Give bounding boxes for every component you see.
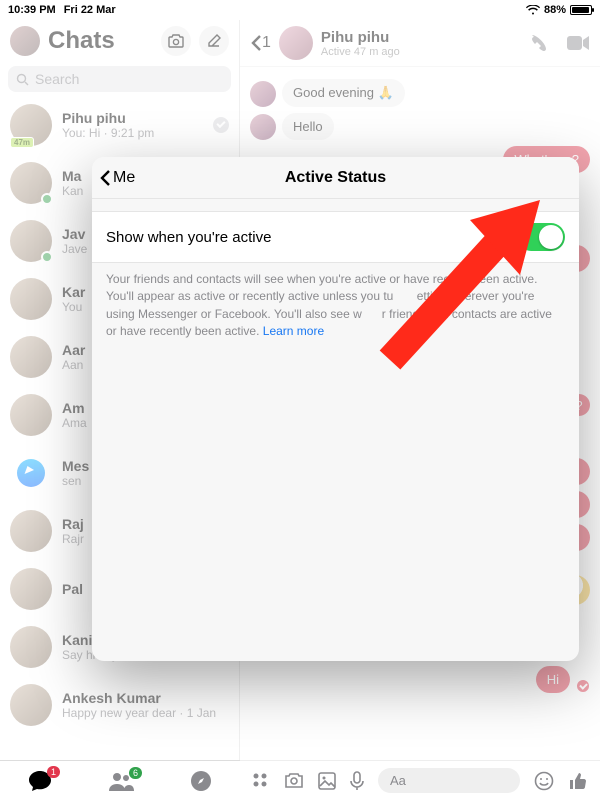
chats-header: Chats xyxy=(0,20,239,62)
nav-chats-icon[interactable]: 1 xyxy=(28,770,52,792)
active-status-modal: Me Active Status Show when you're active… xyxy=(92,157,579,661)
battery-icon xyxy=(570,5,592,15)
status-date: Fri 22 Mar xyxy=(64,4,116,16)
compose-icon[interactable] xyxy=(199,26,229,56)
modal-description: Your friends and contacts will see when … xyxy=(92,263,579,349)
modal-title: Active Status xyxy=(285,169,386,187)
list-item[interactable]: 47m Pihu pihuYou: Hi · 9:21 pm xyxy=(0,96,239,154)
chevron-left-icon xyxy=(250,34,262,52)
mic-icon[interactable] xyxy=(350,771,364,791)
message-input[interactable]: Aa xyxy=(378,768,520,793)
conversation-header: 1 Pihu pihu Active 47 m ago xyxy=(240,20,600,67)
video-call-icon[interactable] xyxy=(566,35,590,51)
wifi-icon xyxy=(526,5,540,15)
bottom-nav: 1 6 xyxy=(0,760,240,800)
contact-avatar[interactable] xyxy=(279,26,313,60)
like-icon[interactable] xyxy=(568,771,588,791)
search-input[interactable]: Search xyxy=(8,66,231,92)
contact-name: Pihu pihu xyxy=(321,29,520,46)
status-bar: 10:39 PM Fri 22 Mar 88% xyxy=(0,0,600,20)
message-in[interactable]: Good evening 🙏 xyxy=(282,79,405,107)
composer: Aa xyxy=(240,760,600,800)
gallery-icon[interactable] xyxy=(318,772,336,790)
nav-discover-icon[interactable] xyxy=(190,770,212,792)
chats-title: Chats xyxy=(48,27,153,55)
avatar-icon xyxy=(250,114,276,140)
delivered-icon xyxy=(213,117,229,133)
battery-percent: 88% xyxy=(544,4,566,16)
list-item[interactable]: Ankesh KumarHappy new year dear · 1 Jan xyxy=(0,676,239,734)
learn-more-link[interactable]: Learn more xyxy=(263,324,324,338)
contact-status: Active 47 m ago xyxy=(321,46,520,58)
message-in[interactable]: Hello xyxy=(282,113,334,140)
row-label: Show when you're active xyxy=(106,229,271,246)
nav-people-icon[interactable]: 6 xyxy=(108,771,134,791)
back-button[interactable]: 1 xyxy=(250,34,271,52)
search-placeholder: Search xyxy=(35,71,79,87)
people-badge: 6 xyxy=(129,767,142,779)
search-icon xyxy=(16,73,29,86)
emoji-icon[interactable] xyxy=(534,771,554,791)
camera-icon[interactable] xyxy=(284,773,304,789)
chat-badge: 1 xyxy=(47,766,60,778)
sent-indicator-icon xyxy=(576,679,590,693)
profile-avatar[interactable] xyxy=(10,26,40,56)
presence-dot-icon xyxy=(41,193,53,205)
status-time: 10:39 PM xyxy=(8,4,56,16)
audio-call-icon[interactable] xyxy=(528,33,548,53)
messenger-icon xyxy=(17,459,45,487)
avatar-icon xyxy=(250,81,276,107)
message-out[interactable]: Hi xyxy=(536,666,570,693)
camera-icon[interactable] xyxy=(161,26,191,56)
active-status-toggle[interactable] xyxy=(517,223,565,251)
modal-header: Me Active Status xyxy=(92,157,579,199)
modal-back-button[interactable]: Me xyxy=(100,157,135,198)
apps-icon[interactable] xyxy=(252,772,270,790)
chevron-left-icon xyxy=(100,169,111,187)
active-status-row: Show when you're active xyxy=(92,211,579,263)
